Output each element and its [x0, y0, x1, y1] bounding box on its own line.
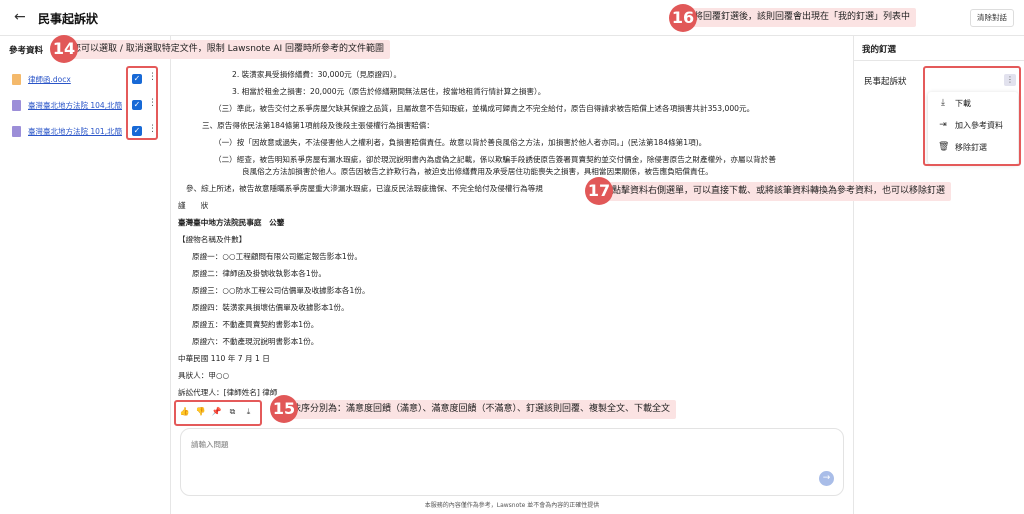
document-line: 訴訟代理人：[律師姓名] 律師 [178, 388, 278, 397]
annotation-callout: 將回覆釘選後，該則回覆會出現在「我的釘選」列表中 [684, 8, 917, 27]
clear-conversation-button[interactable]: 清除對話 [970, 9, 1014, 27]
back-arrow-icon[interactable]: ← [14, 9, 26, 25]
references-header: 參考資料 [9, 46, 44, 56]
document-line: 3. 相當於租金之損害：20,000元（原告於修繕期間無法居住，按當地租賃行情計… [232, 87, 546, 96]
divider [854, 60, 1024, 61]
annotation-callout: 點擊資料右側選單，可以直接下載、或將該筆資料轉換為參考資料，也可以移除釘選 [602, 182, 952, 201]
docx-file-icon [12, 74, 21, 85]
highlight-action-bar [174, 400, 262, 426]
reference-file-name[interactable]: 律師函.docx [28, 74, 122, 85]
document-line: 原證一：○○工程顧問有限公司鑑定報告影本1份。 [192, 252, 362, 261]
send-arrow-icon[interactable]: → [819, 471, 834, 486]
document-line: 三、原告得依民法第184條第1項前段及後段主張侵權行為損害賠償： [202, 121, 434, 130]
document-line: 【證物名稱及件數】 [178, 235, 247, 244]
document-line: （三）準此，被告交付之系爭房屋欠缺其保證之品質，且屬故意不告知瑕疵，並構成可歸責… [214, 104, 755, 113]
highlight-checkboxes [126, 66, 158, 140]
question-input[interactable]: 請輸入問題 → [180, 428, 844, 496]
document-line: （一）按「因故意或過失，不法侵害他人之權利者，負損害賠償責任。故意以背於善良風俗… [214, 138, 707, 147]
document-line: 臺灣臺中地方法院民事庭 公鑒 [178, 218, 285, 227]
document-line: 中華民國 110 年 7 月 1 日 [178, 354, 270, 363]
document-line: 2. 裝潢家具受損修繕費：30,000元（見原證四）。 [232, 70, 402, 79]
pdf-file-icon [12, 100, 21, 111]
document-line: 參、綜上所述，被告故意隱瞞系爭房屋重大滲漏水瑕疵，已違反民法瑕疵擔保、不完全給付… [186, 184, 543, 193]
annotation-number-badge: 15 [270, 395, 298, 423]
pdf-file-icon [12, 126, 21, 137]
document-line: 原證五：不動產買賣契約書影本1份。 [192, 320, 319, 329]
document-line: 原證四：裝潢家具損壞估價單及收據影本1份。 [192, 303, 349, 312]
document-line: （二）經查，被告明知系爭房屋有漏水瑕疵，卻於現況說明書內為虛偽之記載，係以欺騙手… [214, 155, 776, 164]
annotation-number-badge: 14 [50, 35, 78, 63]
question-input-placeholder: 請輸入問題 [191, 440, 229, 449]
pinned-item-title[interactable]: 民事起訴狀 [864, 75, 907, 87]
annotation-callout: 依序分別為：滿意度回饋（滿意）、滿意度回饋（不滿意）、釘選該則回覆、複製全文、下… [282, 400, 677, 419]
highlight-pinned-menu [923, 66, 1021, 166]
document-line: 謹 狀 [178, 201, 209, 210]
annotation-callout: 您可以選取 / 取消選取特定文件，限制 Lawsnote AI 回覆時所參考的文… [62, 40, 391, 59]
reference-file-name[interactable]: 臺灣臺北地方法院 104,北簡... [28, 100, 122, 111]
document-line: 良風俗之方法加損害於他人。原告因被告之詐欺行為，被迫支出修繕費用及承受居住功能喪… [242, 167, 713, 176]
page-title: 民事起訴狀 [38, 12, 99, 26]
reference-file-name[interactable]: 臺灣臺北地方法院 101,北簡... [28, 126, 122, 137]
tab-my-pins[interactable]: 我的釘選 [862, 43, 896, 55]
disclaimer-text: 本服務的內容僅作為參考，Lawsnote 並不會為內容的正確性提供 [424, 502, 600, 509]
document-line: 原證六：不動產現況說明書影本1份。 [192, 337, 319, 346]
annotation-number-badge: 17 [585, 177, 613, 205]
annotation-number-badge: 16 [669, 4, 697, 32]
document-line: 原證三：○○防水工程公司估價單及收據影本各1份。 [192, 286, 370, 295]
document-line: 原證二：律師函及掛號收執影本各1份。 [192, 269, 326, 278]
document-line: 具狀人：甲○○ [178, 371, 230, 380]
